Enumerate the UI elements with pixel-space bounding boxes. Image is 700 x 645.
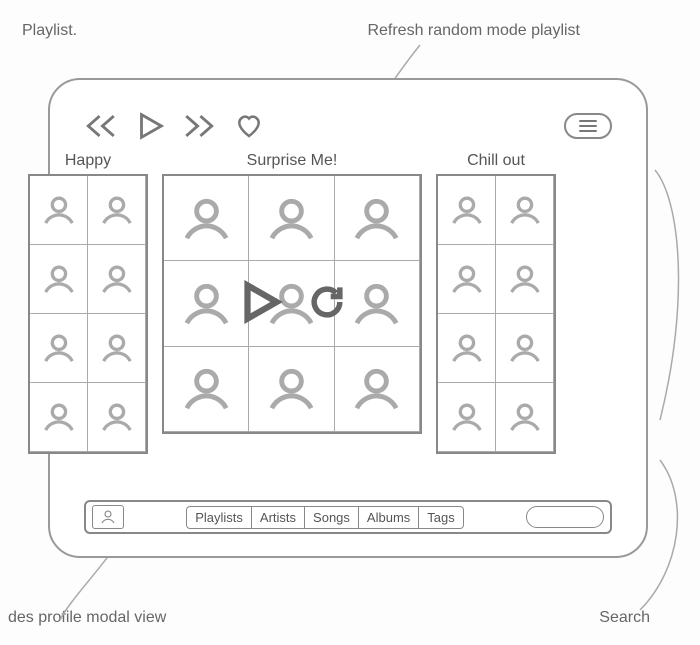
album-art-placeholder [164, 347, 249, 432]
album-grid [162, 174, 422, 434]
album-grid [436, 174, 556, 454]
album-art-placeholder [335, 176, 420, 261]
album-art-placeholder [30, 245, 88, 314]
annotation-playlist: Playlist. [22, 22, 77, 40]
album-art-placeholder [496, 314, 554, 383]
bottom-toolbar: Playlists Artists Songs Albums Tags [84, 500, 612, 534]
playback-toolbar [84, 106, 612, 146]
album-art-placeholder [249, 347, 334, 432]
card-title: Happy [65, 152, 111, 170]
annotation-profile-modal: des profile modal view [8, 609, 166, 627]
album-art-placeholder [88, 245, 146, 314]
album-art-placeholder [249, 176, 334, 261]
album-art-placeholder [30, 314, 88, 383]
annotation-search: Search [599, 609, 650, 627]
album-art-placeholder [496, 176, 554, 245]
album-grid [28, 174, 148, 454]
card-title: Surprise Me! [247, 152, 338, 170]
segment-playlists[interactable]: Playlists [186, 506, 252, 529]
album-art-placeholder [88, 314, 146, 383]
album-art-placeholder [496, 245, 554, 314]
album-art-placeholder [438, 176, 496, 245]
fast-forward-button[interactable] [182, 111, 216, 141]
card-title: Chill out [467, 152, 525, 170]
album-art-placeholder [30, 176, 88, 245]
play-playlist-button[interactable] [235, 277, 285, 332]
heart-icon [232, 111, 266, 141]
menu-button[interactable] [564, 113, 612, 139]
refresh-icon [305, 280, 349, 324]
playlist-card-chillout[interactable]: Chill out [436, 152, 556, 508]
tablet-frame: Happy Surprise Me! [48, 78, 648, 558]
playlist-card-happy[interactable]: Happy [28, 152, 148, 508]
album-art-placeholder [438, 314, 496, 383]
favorite-button[interactable] [228, 111, 270, 141]
play-button[interactable] [130, 108, 170, 144]
segment-artists[interactable]: Artists [252, 506, 305, 529]
playlist-carousel[interactable]: Happy Surprise Me! [84, 152, 612, 508]
album-art-placeholder [335, 347, 420, 432]
avatar-icon [99, 508, 117, 526]
play-icon [133, 109, 167, 143]
segment-albums[interactable]: Albums [359, 506, 419, 529]
album-art-placeholder [496, 383, 554, 452]
album-art-placeholder [438, 383, 496, 452]
album-art-placeholder [88, 383, 146, 452]
profile-button[interactable] [92, 505, 124, 529]
play-icon [235, 277, 285, 327]
album-art-placeholder [30, 383, 88, 452]
playlist-card-surprise[interactable]: Surprise Me! [162, 152, 422, 508]
fast-forward-icon [182, 109, 216, 143]
search-button[interactable] [526, 506, 604, 528]
rewind-button[interactable] [84, 111, 118, 141]
album-art-placeholder [438, 245, 496, 314]
library-segmented-control: Playlists Artists Songs Albums Tags [186, 506, 464, 529]
album-art-placeholder [88, 176, 146, 245]
annotation-refresh: Refresh random mode playlist [367, 22, 580, 40]
rewind-icon [84, 109, 118, 143]
menu-icon [579, 120, 597, 132]
segment-tags[interactable]: Tags [419, 506, 463, 529]
segment-songs[interactable]: Songs [305, 506, 359, 529]
refresh-playlist-button[interactable] [305, 280, 349, 329]
album-art-placeholder [164, 176, 249, 261]
